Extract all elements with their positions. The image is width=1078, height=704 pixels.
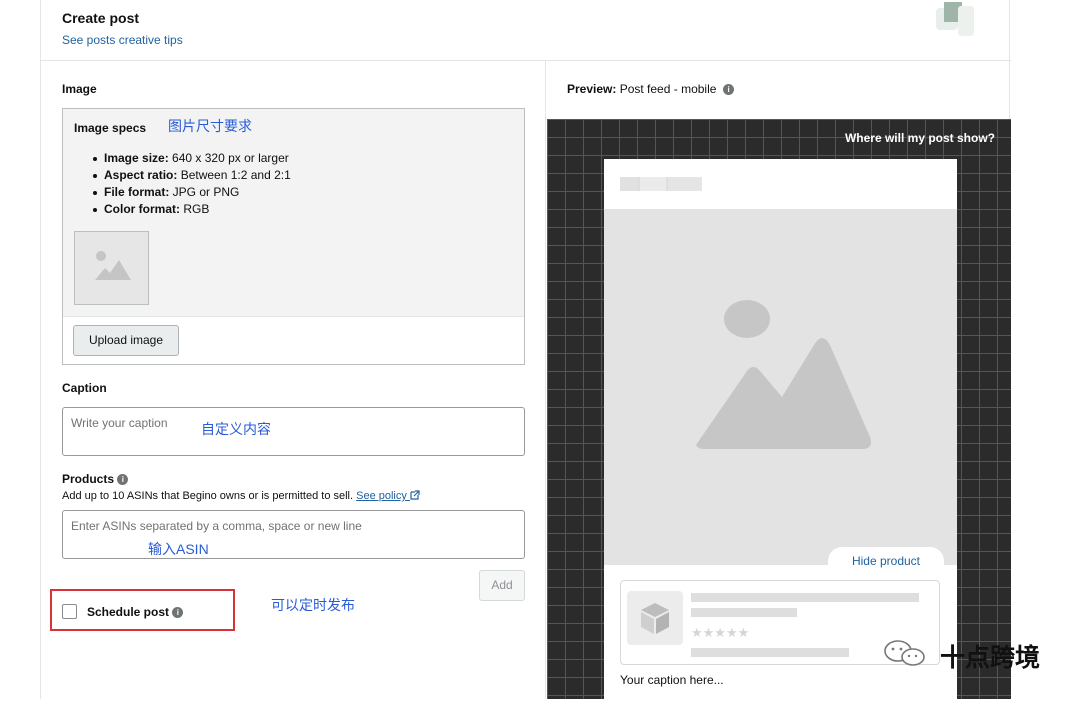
- image-section-label: Image: [62, 82, 97, 96]
- product-title-placeholder: [691, 593, 919, 602]
- creative-tips-link[interactable]: See posts creative tips: [62, 33, 183, 47]
- upload-image-button[interactable]: Upload image: [73, 325, 179, 356]
- info-icon[interactable]: i: [723, 84, 735, 95]
- external-link-icon: [410, 490, 420, 500]
- caption-preview: Your caption here...: [620, 673, 724, 687]
- spec-color-format: Color format: RGB: [93, 201, 291, 218]
- product-price-placeholder: [691, 648, 849, 657]
- image-specs-title: Image specs: [74, 121, 147, 135]
- info-icon[interactable]: i: [117, 474, 129, 485]
- see-policy-link[interactable]: See policy: [356, 490, 420, 502]
- rating-stars: ★★★★★: [691, 625, 750, 640]
- post-preview-card: Hide product ★★★★★ Your caption here...: [604, 159, 957, 704]
- hide-product-tab[interactable]: Hide product: [828, 547, 944, 575]
- create-post-panel: Create post See posts creative tips Imag…: [40, 0, 1011, 704]
- products-section-label: Products i: [62, 472, 129, 486]
- schedule-post-label: Schedule post i: [87, 605, 184, 619]
- wechat-icon: [884, 640, 925, 666]
- asin-input[interactable]: Enter ASINs separated by a comma, space …: [62, 510, 525, 559]
- asin-placeholder: Enter ASINs separated by a comma, space …: [71, 519, 362, 533]
- post-card-header: [604, 159, 957, 209]
- products-help-text: Add up to 10 ASINs that Begino owns or i…: [62, 490, 420, 502]
- image-placeholder-thumbnail: [74, 231, 149, 305]
- image-specs-list: Image size: 640 x 320 px or larger Aspec…: [93, 150, 291, 218]
- where-will-my-post-show-link[interactable]: Where will my post show?: [845, 131, 995, 145]
- asin-annotation: 输入ASIN: [148, 541, 209, 557]
- preview-canvas: Where will my post show? Hide product ★★…: [547, 119, 1011, 704]
- image-specs-box: Image specs 图片尺寸要求 Image size: 640 x 320…: [62, 108, 525, 365]
- caption-input[interactable]: Write your caption 自定义内容: [62, 407, 525, 456]
- post-image-placeholder: [604, 209, 957, 565]
- info-icon[interactable]: i: [172, 607, 184, 618]
- caption-annotation: 自定义内容: [201, 421, 271, 437]
- spec-file-format: File format: JPG or PNG: [93, 184, 291, 201]
- product-subtitle-placeholder: [691, 608, 797, 617]
- image-placeholder-icon: [95, 251, 131, 280]
- image-annotation: 图片尺寸要求: [168, 118, 252, 134]
- product-box-icon: [627, 591, 683, 645]
- schedule-highlight-box: Schedule post i: [50, 589, 235, 631]
- caption-section-label: Caption: [62, 381, 107, 395]
- watermark: 十点跨境: [880, 636, 1070, 672]
- upload-footer: Upload image: [63, 316, 524, 364]
- watermark-text: 十点跨境: [940, 644, 1041, 672]
- schedule-annotation: 可以定时发布: [271, 597, 355, 613]
- page-header: Create post See posts creative tips: [41, 0, 1011, 61]
- image-placeholder-icon: [696, 300, 871, 449]
- schedule-post-checkbox[interactable]: [62, 604, 77, 619]
- post-form: Image Image specs 图片尺寸要求 Image size: 640…: [41, 61, 545, 699]
- caption-placeholder: Write your caption: [71, 416, 168, 430]
- page-title: Create post: [62, 10, 140, 26]
- brand-name-placeholder: [620, 177, 702, 191]
- preview-panel: Preview: Post feed - mobile i Where will…: [546, 61, 1011, 704]
- brand-logo: [936, 2, 978, 38]
- spec-image-size: Image size: 640 x 320 px or larger: [93, 150, 291, 167]
- add-asin-button[interactable]: Add: [479, 570, 525, 601]
- spec-aspect-ratio: Aspect ratio: Between 1:2 and 2:1: [93, 167, 291, 184]
- preview-label: Preview: Post feed - mobile i: [567, 82, 735, 96]
